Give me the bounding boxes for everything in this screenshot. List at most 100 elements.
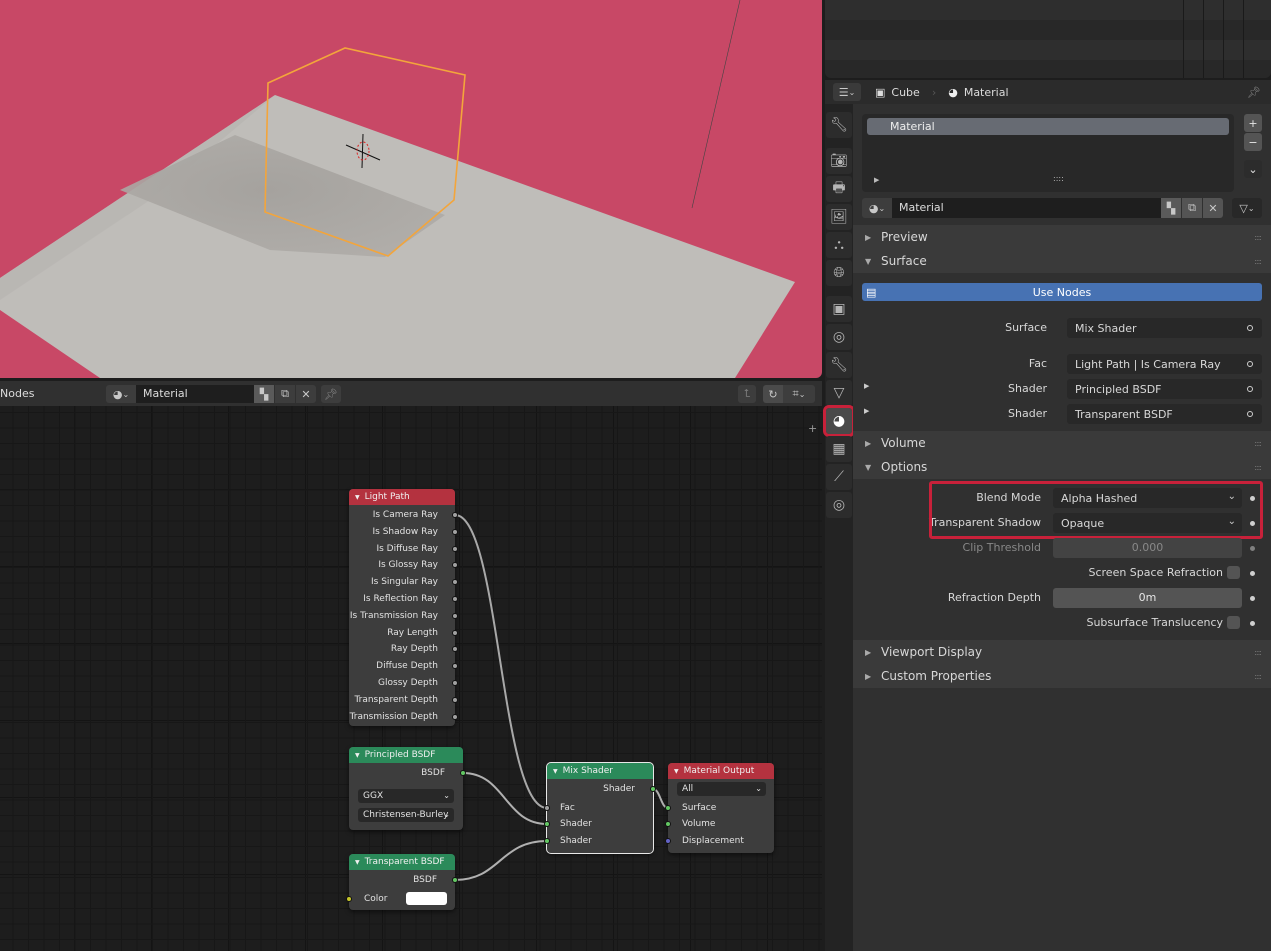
outliner-area[interactable] (825, 0, 1271, 78)
collapse-triangle-icon[interactable]: ▼ (355, 859, 360, 866)
output-socket-bsdf[interactable] (460, 770, 466, 776)
input-socket-fac[interactable] (544, 805, 550, 811)
pin-icon[interactable]: 📌︎ (321, 385, 341, 403)
output-socket[interactable] (452, 562, 458, 569)
surface-shader-field[interactable]: Mix Shader (1067, 318, 1262, 338)
drag-grip-icon[interactable]: :::: (1254, 439, 1262, 448)
remove-slot-button[interactable]: − (1244, 133, 1262, 151)
drag-grip-icon[interactable]: :::: (1254, 463, 1262, 472)
drag-grip-icon[interactable]: :::: (1254, 257, 1262, 266)
tab-output[interactable]: 🖶 (826, 176, 852, 202)
material-name-field[interactable]: Material (136, 385, 254, 403)
collapse-triangle-icon[interactable]: ▼ (674, 768, 679, 775)
keyframe-dot-icon[interactable] (1250, 546, 1255, 551)
tab-shader-fx[interactable]: ◎ (826, 492, 852, 518)
parent-up-icon[interactable]: ⮤ (738, 385, 756, 403)
shader-2-field[interactable]: Transparent BSDF (1067, 404, 1262, 424)
3d-viewport[interactable] (0, 0, 822, 378)
add-slot-button[interactable]: + (1244, 114, 1262, 132)
output-socket[interactable] (452, 696, 458, 703)
expand-shader-2-icon[interactable]: ▶ (864, 407, 869, 415)
tab-view-layer[interactable]: 🖼︎ (826, 204, 852, 230)
output-socket[interactable] (452, 579, 458, 586)
output-socket[interactable] (452, 612, 458, 619)
output-socket[interactable] (452, 663, 458, 670)
collapse-triangle-icon[interactable]: ▼ (355, 752, 360, 759)
sidebar-toggle-plus-icon[interactable]: + (808, 422, 817, 435)
panel-surface-header[interactable]: ▼ Surface:::: (853, 249, 1271, 273)
distribution-dropdown[interactable]: GGX ⌄ (358, 789, 454, 803)
output-socket[interactable] (452, 545, 458, 552)
link-mode-dropdown[interactable]: ▽ ⌄ (1232, 198, 1262, 218)
collapse-triangle-icon[interactable]: ▼ (553, 768, 558, 775)
input-socket-shader-2[interactable] (544, 838, 550, 844)
subsurface-translucency-checkbox[interactable] (1227, 616, 1240, 629)
fac-field[interactable]: Light Path | Is Camera Ray (1067, 354, 1262, 374)
tab-modifiers[interactable]: 🔧︎ (826, 352, 852, 378)
node-header[interactable]: ▼ Mix Shader (547, 763, 653, 779)
input-socket-volume[interactable] (665, 821, 671, 827)
output-socket-bsdf[interactable] (452, 877, 458, 883)
material-name-field[interactable]: Material (892, 198, 1161, 218)
node-header[interactable]: ▼ Light Path (349, 489, 455, 505)
panel-custom-properties-header[interactable]: ▶ Custom Properties:::: (853, 664, 1271, 688)
tab-tool[interactable]: 🔧︎ (826, 112, 852, 138)
node-transparent-bsdf[interactable]: ▼ Transparent BSDF BSDF Color (346, 854, 458, 910)
slot-specials-button[interactable]: ⌄ (1244, 160, 1262, 178)
panel-options-header[interactable]: ▼ Options:::: (853, 455, 1271, 479)
node-header[interactable]: ▼ Transparent BSDF (349, 854, 455, 870)
node-header[interactable]: ▼ Material Output (668, 763, 774, 779)
input-socket-color[interactable] (346, 896, 352, 902)
snap-magnet-icon[interactable]: ↻ (763, 385, 783, 403)
drag-grip-icon[interactable]: :::: (1254, 672, 1262, 681)
tab-texture[interactable]: ▦ (826, 436, 852, 462)
node-canvas[interactable]: + ▼ Light Path Is Camera Ray Is Shadow Ray… (0, 406, 822, 951)
material-slot-item[interactable]: Material (867, 118, 1229, 135)
subsurface-method-dropdown[interactable]: Christensen-Burley ⌄ (358, 808, 454, 822)
panel-viewport-display-header[interactable]: ▶ Viewport Display:::: (853, 640, 1271, 664)
panel-volume-header[interactable]: ▶ Volume:::: (853, 431, 1271, 455)
material-browse-button[interactable]: ◕ ⌄ (862, 198, 892, 218)
drag-grip-icon[interactable]: :::: (1254, 648, 1262, 657)
shader-1-field[interactable]: Principled BSDF (1067, 379, 1262, 399)
tab-render[interactable]: 📷︎ (826, 148, 852, 174)
node-mix-shader[interactable]: ▼ Mix Shader Shader Fac Shader Shader (544, 762, 656, 854)
input-socket-displacement[interactable] (665, 838, 671, 844)
input-socket-surface[interactable] (665, 805, 671, 811)
tab-particles[interactable]: ◎ (826, 324, 852, 350)
keyframe-dot-icon[interactable] (1250, 571, 1255, 576)
snap-grid-icon[interactable]: ⌗ ⌄ (783, 385, 815, 403)
output-socket[interactable] (452, 713, 458, 720)
unlink-x-icon[interactable]: ✕ (1203, 198, 1223, 218)
new-material-icon[interactable]: ▚ (1161, 198, 1181, 218)
tab-object-data[interactable]: ▽ (826, 380, 852, 406)
node-principled-bsdf[interactable]: ▼ Principled BSDF BSDF GGX ⌄ Christensen-B… (349, 747, 466, 830)
clip-threshold-field[interactable]: 0.000 (1053, 538, 1242, 558)
keyframe-dot-icon[interactable] (1250, 621, 1255, 626)
panel-preview-header[interactable]: ▶ Preview:::: (853, 225, 1271, 249)
output-socket[interactable] (452, 646, 458, 653)
output-socket[interactable] (452, 629, 458, 636)
use-nodes-button[interactable]: ▤ Use Nodes (862, 283, 1262, 301)
output-socket[interactable] (452, 512, 458, 518)
output-socket-shader[interactable] (650, 786, 656, 792)
pin-icon[interactable]: 📌︎ (1247, 86, 1261, 99)
node-light-path[interactable]: ▼ Light Path Is Camera Ray Is Shadow Ray Is… (349, 489, 458, 726)
unlink-x-icon[interactable]: ✕ (296, 385, 316, 403)
expand-shader-1-icon[interactable]: ▶ (864, 382, 869, 390)
tab-scene[interactable]: ⛬ (826, 232, 852, 258)
output-socket[interactable] (452, 596, 458, 602)
output-socket[interactable] (452, 680, 458, 686)
output-socket[interactable] (452, 528, 458, 535)
material-slot-list[interactable]: Material ▶ :::: (862, 114, 1234, 192)
material-selector[interactable]: ◕ ⌄ Material ▚ ⧉ ✕ 📌︎ (106, 384, 341, 404)
new-material-icon[interactable]: ▚ (254, 385, 274, 403)
keyframe-dot-icon[interactable] (1250, 596, 1255, 601)
screen-space-refraction-checkbox[interactable] (1227, 566, 1240, 579)
node-material-output[interactable]: ▼ Material Output All ⌄ Surface Volume Dis… (665, 763, 774, 853)
input-socket-shader-1[interactable] (544, 821, 550, 827)
color-swatch[interactable] (406, 892, 447, 905)
editor-type-button[interactable]: ☰ ⌄ (833, 83, 861, 101)
target-dropdown[interactable]: All ⌄ (677, 782, 766, 796)
node-header[interactable]: ▼ Principled BSDF (349, 747, 463, 763)
